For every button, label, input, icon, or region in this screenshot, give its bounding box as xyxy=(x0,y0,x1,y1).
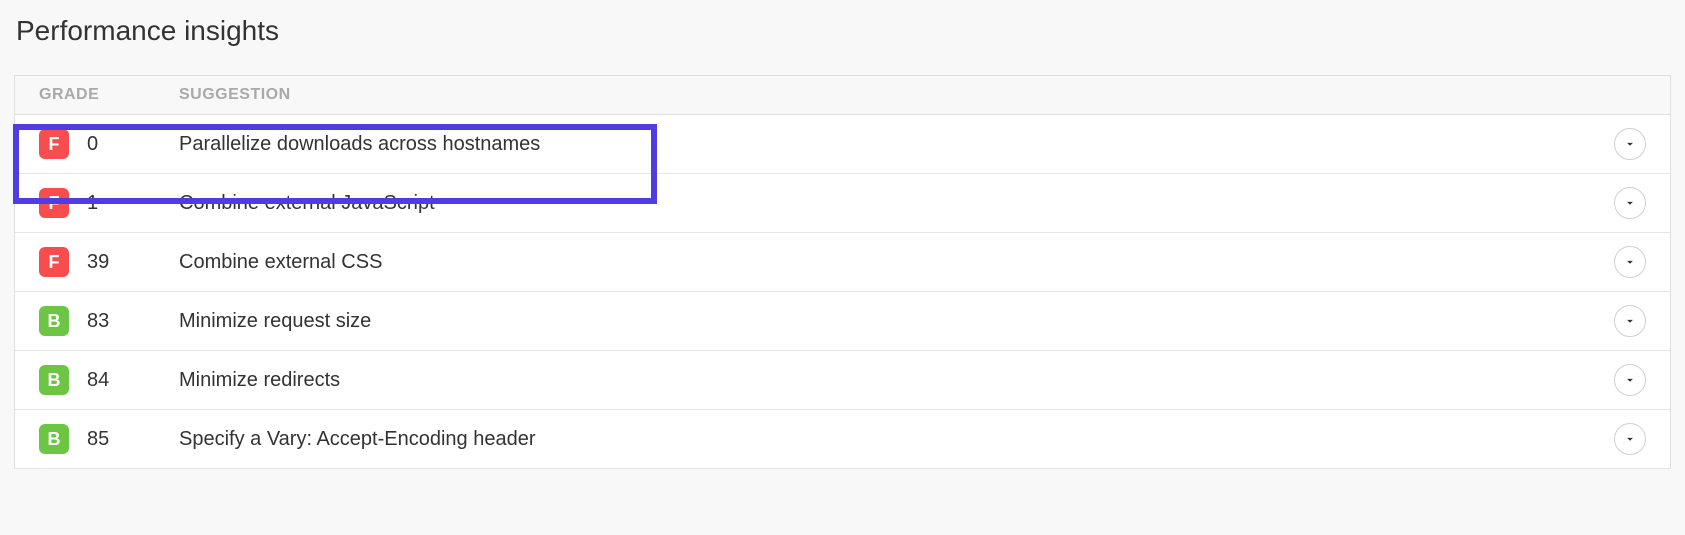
suggestion-text: Minimize redirects xyxy=(179,369,1606,392)
grade-cell: B 85 xyxy=(39,424,179,454)
grade-badge: B xyxy=(39,306,69,336)
chevron-down-icon xyxy=(1623,432,1637,446)
performance-insights-panel: Performance insights GRADE SUGGESTION F0… xyxy=(14,15,1671,469)
expand-cell xyxy=(1606,305,1646,337)
expand-cell xyxy=(1606,128,1646,160)
grade-score: 0 xyxy=(87,133,98,156)
expand-cell xyxy=(1606,423,1646,455)
grade-score: 84 xyxy=(87,369,109,392)
grade-cell: F0 xyxy=(39,129,179,159)
insight-row[interactable]: B 85 Specify a Vary: Accept-Encoding heade… xyxy=(15,410,1670,469)
grade-badge: F xyxy=(39,188,69,218)
grade-score: 39 xyxy=(87,251,109,274)
suggestion-text: Specify a Vary: Accept-Encoding header xyxy=(179,428,1606,451)
grade-badge: F xyxy=(39,247,69,277)
suggestion-text: Parallelize downloads across hostnames xyxy=(179,133,1606,156)
column-header-grade: GRADE xyxy=(39,86,179,104)
expand-button[interactable] xyxy=(1614,187,1646,219)
table-header-row: GRADE SUGGESTION xyxy=(15,76,1670,115)
chevron-down-icon xyxy=(1623,137,1637,151)
expand-cell xyxy=(1606,187,1646,219)
panel-title: Performance insights xyxy=(14,15,1671,47)
chevron-down-icon xyxy=(1623,255,1637,269)
suggestion-text: Combine external CSS xyxy=(179,251,1606,274)
chevron-down-icon xyxy=(1623,196,1637,210)
grade-badge: B xyxy=(39,365,69,395)
grade-score: 85 xyxy=(87,428,109,451)
expand-cell xyxy=(1606,246,1646,278)
grade-score: 83 xyxy=(87,310,109,333)
grade-badge: F xyxy=(39,129,69,159)
grade-cell: B 84 xyxy=(39,365,179,395)
expand-button[interactable] xyxy=(1614,364,1646,396)
chevron-down-icon xyxy=(1623,314,1637,328)
insight-row[interactable]: F 39 Combine external CSS xyxy=(15,233,1670,292)
insight-row[interactable]: B 84 Minimize redirects xyxy=(15,351,1670,410)
grade-cell: F 39 xyxy=(39,247,179,277)
insight-row[interactable]: F1Combine external JavaScript xyxy=(15,174,1670,233)
expand-button[interactable] xyxy=(1614,423,1646,455)
column-header-suggestion: SUGGESTION xyxy=(179,86,1646,104)
insights-table: GRADE SUGGESTION F0Parallelize downloads… xyxy=(14,75,1671,469)
expand-cell xyxy=(1606,364,1646,396)
grade-score: 1 xyxy=(87,192,98,215)
expand-button[interactable] xyxy=(1614,305,1646,337)
expand-button[interactable] xyxy=(1614,128,1646,160)
insight-row[interactable]: B 83 Minimize request size xyxy=(15,292,1670,351)
suggestion-text: Combine external JavaScript xyxy=(179,192,1606,215)
suggestion-text: Minimize request size xyxy=(179,310,1606,333)
grade-cell: B 83 xyxy=(39,306,179,336)
expand-button[interactable] xyxy=(1614,246,1646,278)
grade-badge: B xyxy=(39,424,69,454)
chevron-down-icon xyxy=(1623,373,1637,387)
grade-cell: F1 xyxy=(39,188,179,218)
insight-row[interactable]: F0Parallelize downloads across hostnames xyxy=(15,115,1670,174)
